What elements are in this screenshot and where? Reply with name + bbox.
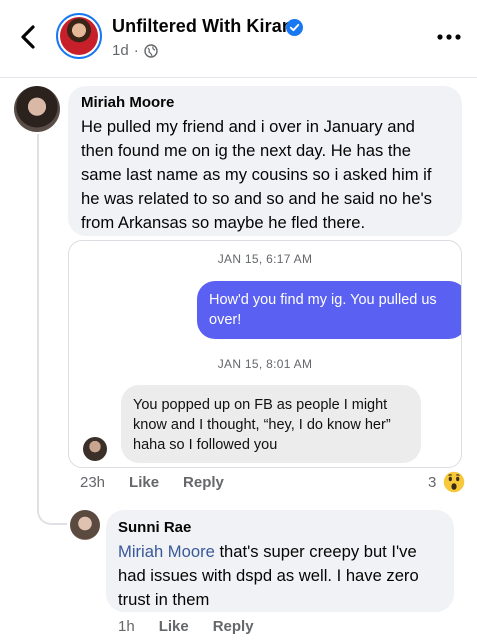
- thread-line: [37, 134, 39, 510]
- sent-message-bubble: How'd you find my ig. You pulled us over…: [197, 281, 461, 339]
- comment-text: He pulled my friend and i over in Januar…: [81, 117, 432, 232]
- globe-icon: [143, 43, 158, 58]
- verified-badge-icon: [286, 19, 303, 36]
- like-button[interactable]: Like: [159, 618, 189, 635]
- comment-bubble: Sunni Rae Miriah Moore that's super cree…: [106, 510, 454, 612]
- comment-bubble: Miriah Moore He pulled my friend and i o…: [68, 86, 462, 236]
- post-time[interactable]: 1d: [112, 42, 129, 59]
- page-avatar[interactable]: [56, 13, 102, 59]
- comment-time[interactable]: 23h: [80, 474, 105, 491]
- chat-timestamp: JAN 15, 6:17 AM: [217, 252, 313, 266]
- comment-author[interactable]: Miriah Moore: [81, 94, 449, 111]
- wow-emoji-icon[interactable]: [442, 470, 466, 494]
- thread-connector: [37, 505, 67, 525]
- comment-time[interactable]: 1h: [118, 618, 135, 635]
- mention-link[interactable]: Miriah Moore: [118, 542, 215, 561]
- commenter-avatar[interactable]: [14, 86, 60, 132]
- chat-timestamp: JAN 15, 8:01 AM: [217, 357, 313, 371]
- chevron-left-icon[interactable]: [14, 22, 42, 52]
- comment-actions: 1h Like Reply: [118, 618, 254, 635]
- meta-separator: ·: [133, 42, 139, 59]
- more-options-icon[interactable]: [436, 30, 462, 44]
- post-header: Unfiltered With Kiran 1d ·: [0, 0, 477, 78]
- comment-text: Miriah Moore that's super creepy but I'v…: [118, 540, 442, 612]
- chat-avatar: [83, 437, 107, 461]
- comment-actions: 23h Like Reply: [80, 474, 224, 491]
- post-meta: 1d ·: [112, 42, 158, 59]
- page-name[interactable]: Unfiltered With Kiran: [112, 16, 293, 37]
- reaction-count[interactable]: 3: [428, 474, 436, 491]
- reply-button[interactable]: Reply: [183, 474, 224, 491]
- commenter-avatar[interactable]: [70, 510, 100, 540]
- comment-author[interactable]: Sunni Rae: [118, 519, 442, 536]
- like-button[interactable]: Like: [129, 474, 159, 491]
- received-message-bubble: You popped up on FB as people I might kn…: [121, 385, 421, 463]
- reply-button[interactable]: Reply: [213, 618, 254, 635]
- comment-attachment-image[interactable]: JAN 15, 6:17 AM How'd you find my ig. Yo…: [68, 240, 462, 468]
